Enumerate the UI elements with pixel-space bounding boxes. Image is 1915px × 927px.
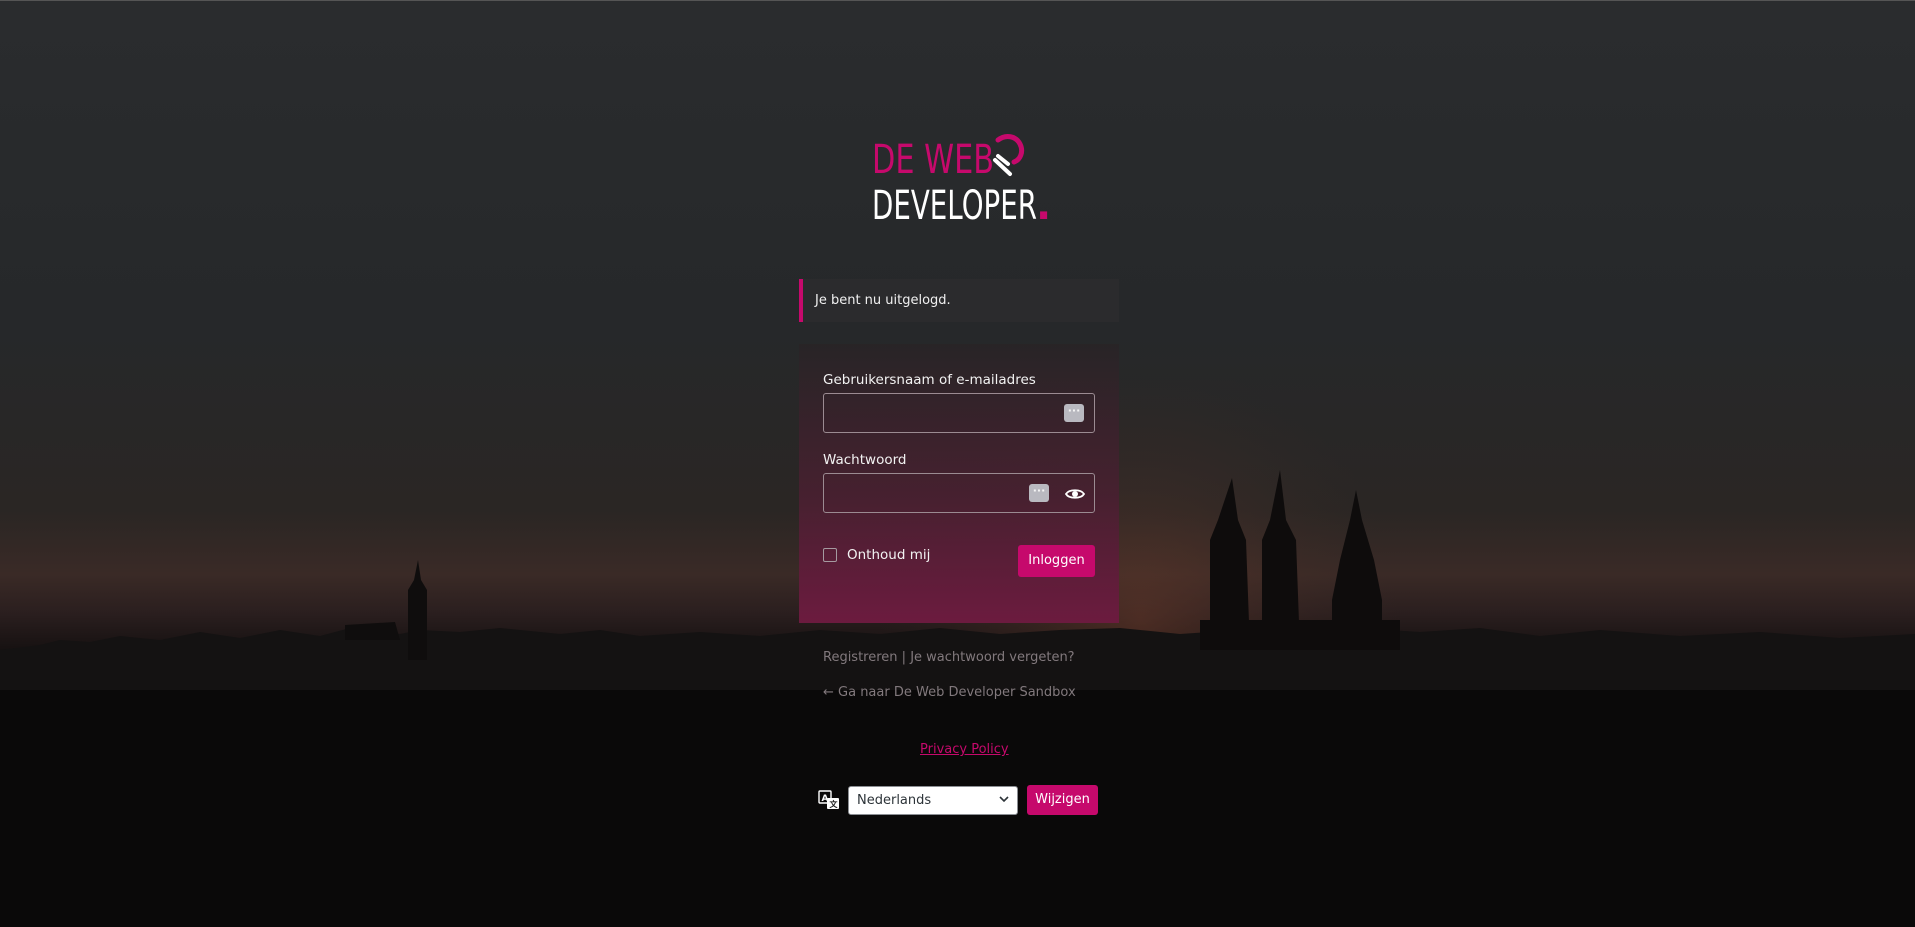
language-select[interactable]: Nederlands — [848, 786, 1018, 815]
username-label: Gebruikersnaam of e-mailadres — [823, 372, 1036, 388]
eye-icon[interactable] — [1065, 487, 1085, 501]
logout-notice: Je bent nu uitgelogd. — [799, 279, 1119, 322]
logo-dot: . — [1036, 183, 1050, 225]
login-form: Gebruikersnaam of e-mailadres ··· Wachtw… — [799, 344, 1119, 623]
username-input[interactable]: ··· — [823, 393, 1095, 433]
logo-line1: DE WEB — [872, 137, 994, 183]
password-input[interactable]: ··· — [823, 473, 1095, 513]
svg-text:文: 文 — [830, 799, 839, 809]
chevron-down-icon — [999, 796, 1009, 803]
back-to-site-link[interactable]: ← Ga naar De Web Developer Sandbox — [823, 685, 1076, 700]
lost-password-link[interactable]: Je wachtwoord vergeten? — [910, 650, 1074, 665]
password-manager-icon[interactable]: ··· — [1064, 404, 1084, 422]
login-button[interactable]: Inloggen — [1018, 545, 1095, 577]
remember-checkbox[interactable] — [823, 548, 837, 562]
privacy-policy-link[interactable]: Privacy Policy — [920, 742, 1009, 757]
language-selected-value: Nederlands — [857, 793, 932, 808]
password-label: Wachtwoord — [823, 452, 907, 468]
register-link[interactable]: Registreren — [823, 650, 898, 665]
nav-links: Registreren | Je wachtwoord vergeten? — [823, 650, 1075, 665]
site-logo[interactable]: DE WEB DEVELOPER . — [870, 130, 1050, 225]
logo-line2: DEVELOPER — [872, 183, 1037, 225]
logo-tool-icon — [993, 134, 1025, 176]
password-manager-icon[interactable]: ··· — [1029, 484, 1049, 502]
remember-label[interactable]: Onthoud mij — [847, 547, 930, 563]
translate-icon: A 文 — [818, 790, 839, 809]
nav-separator: | — [897, 650, 911, 665]
change-language-button[interactable]: Wijzigen — [1027, 785, 1098, 815]
